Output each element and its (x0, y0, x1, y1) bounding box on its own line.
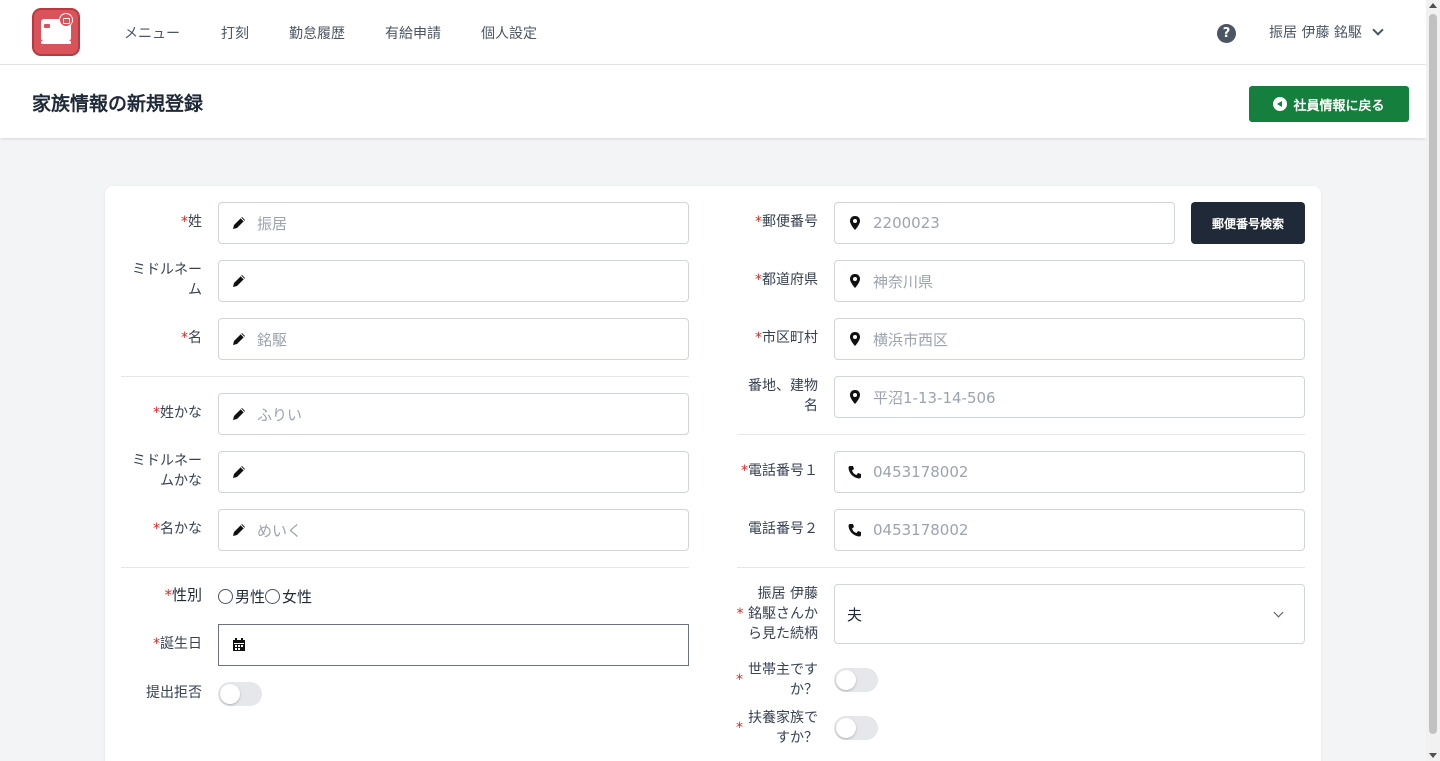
gender-male-label[interactable]: 男性 (235, 586, 265, 607)
last-name-field[interactable]: 振居 (218, 202, 689, 244)
page-title: 家族情報の新規登録 (32, 93, 204, 115)
gender-radio-group: 男性 女性 (218, 586, 312, 607)
phone-icon (848, 466, 861, 479)
phone-icon (848, 524, 861, 537)
nav-paid-leave[interactable]: 有給申請 (385, 23, 441, 43)
nav-clock-in[interactable]: 打刻 (221, 23, 249, 43)
help-icon[interactable]: ? (1217, 24, 1236, 43)
divider (737, 567, 1305, 568)
relation-label: 振居 伊藤 * 銘駆さんか ら見た続柄 (736, 586, 818, 642)
prefecture-label: *都道府県 (755, 272, 818, 288)
nav-attendance-history[interactable]: 勤怠履歴 (289, 23, 345, 43)
user-name: 振居 伊藤 銘駆 (1269, 25, 1362, 41)
prefecture-field[interactable]: 神奈川県 (834, 260, 1305, 302)
arrow-left-circle-icon (1273, 97, 1288, 111)
pencil-icon (233, 275, 245, 287)
map-marker-icon (850, 274, 860, 288)
gender-female-label[interactable]: 女性 (282, 586, 312, 607)
scroll-thumb[interactable] (1429, 14, 1437, 734)
relation-selected-value: 夫 (847, 605, 863, 624)
birthday-label: *誕生日 (153, 636, 202, 652)
page-scrollbar[interactable] (1426, 0, 1440, 761)
last-name-kana-field[interactable]: ふりい (218, 393, 689, 435)
lock-icon (59, 13, 73, 27)
refuse-label: 提出拒否 (146, 685, 202, 701)
chevron-down-icon (1273, 607, 1284, 618)
address-field[interactable]: 平沼1-13-14-506 (834, 376, 1305, 418)
pencil-icon (233, 524, 245, 536)
nav-menu[interactable]: メニュー (124, 23, 180, 43)
nav-personal-settings[interactable]: 個人設定 (481, 23, 537, 43)
relation-select[interactable]: 夫 (834, 584, 1305, 644)
last-name-kana-label: *姓かな (153, 405, 202, 421)
last-name-label: *姓 (181, 214, 202, 230)
map-marker-icon (850, 332, 860, 346)
user-menu[interactable]: 振居 伊藤 銘駆 (1269, 22, 1384, 42)
postal-label: *郵便番号 (755, 214, 818, 230)
page-header: 家族情報の新規登録 社員情報に戻る (0, 65, 1426, 138)
address-label: 番地、建物名 (748, 378, 818, 414)
dependent-label: 扶養家族で すか？ (748, 710, 818, 746)
gender-male-radio[interactable] (218, 589, 233, 604)
scroll-down-icon[interactable] (1429, 753, 1437, 758)
app-logo[interactable] (32, 8, 80, 56)
household-head-required-mark: * (736, 672, 743, 688)
middle-name-label: ミドルネーム (132, 262, 202, 298)
dependent-required-mark: * (736, 720, 743, 736)
top-nav: メニュー 打刻 勤怠履歴 有給申請 個人設定 ? 振居 伊藤 銘駆 (0, 0, 1426, 65)
pencil-icon (233, 217, 245, 229)
middle-name-kana-label: ミドルネー ムかな (132, 453, 202, 489)
postal-search-button[interactable]: 郵便番号検索 (1191, 202, 1305, 244)
dependent-toggle[interactable] (834, 716, 878, 740)
phone2-label: 電話番号２ (748, 521, 818, 537)
chevron-down-icon (1372, 24, 1384, 36)
household-head-toggle[interactable] (834, 668, 878, 692)
birthday-field[interactable] (218, 624, 689, 666)
gender-female-radio[interactable] (265, 589, 281, 604)
first-name-field[interactable]: 銘駆 (218, 318, 689, 360)
back-to-employee-button[interactable]: 社員情報に戻る (1249, 86, 1409, 122)
pencil-icon (233, 333, 245, 345)
city-label: *市区町村 (755, 330, 818, 346)
household-head-label: 世帯主です か？ (748, 662, 818, 698)
scroll-up-icon[interactable] (1429, 3, 1437, 8)
city-field[interactable]: 横浜市西区 (834, 318, 1305, 360)
middle-name-field[interactable] (218, 260, 689, 302)
refuse-toggle[interactable] (218, 682, 262, 706)
phone1-label: *電話番号１ (741, 463, 818, 479)
map-marker-icon (850, 390, 860, 404)
pencil-icon (233, 408, 245, 420)
postal-field[interactable]: 2200023 (834, 202, 1175, 244)
map-marker-icon (850, 216, 860, 230)
calendar-icon (233, 638, 245, 651)
first-name-kana-field[interactable]: めいく (218, 509, 689, 551)
first-name-label: *名 (181, 330, 202, 346)
phone2-field[interactable]: 0453178002 (834, 509, 1305, 551)
first-name-kana-label: *名かな (153, 521, 202, 537)
phone1-field[interactable]: 0453178002 (834, 451, 1305, 493)
pencil-icon (233, 466, 245, 478)
gender-label: *性別 (164, 586, 202, 604)
divider (121, 376, 689, 377)
divider (737, 434, 1305, 435)
divider (121, 567, 689, 568)
middle-name-kana-field[interactable] (218, 451, 689, 493)
